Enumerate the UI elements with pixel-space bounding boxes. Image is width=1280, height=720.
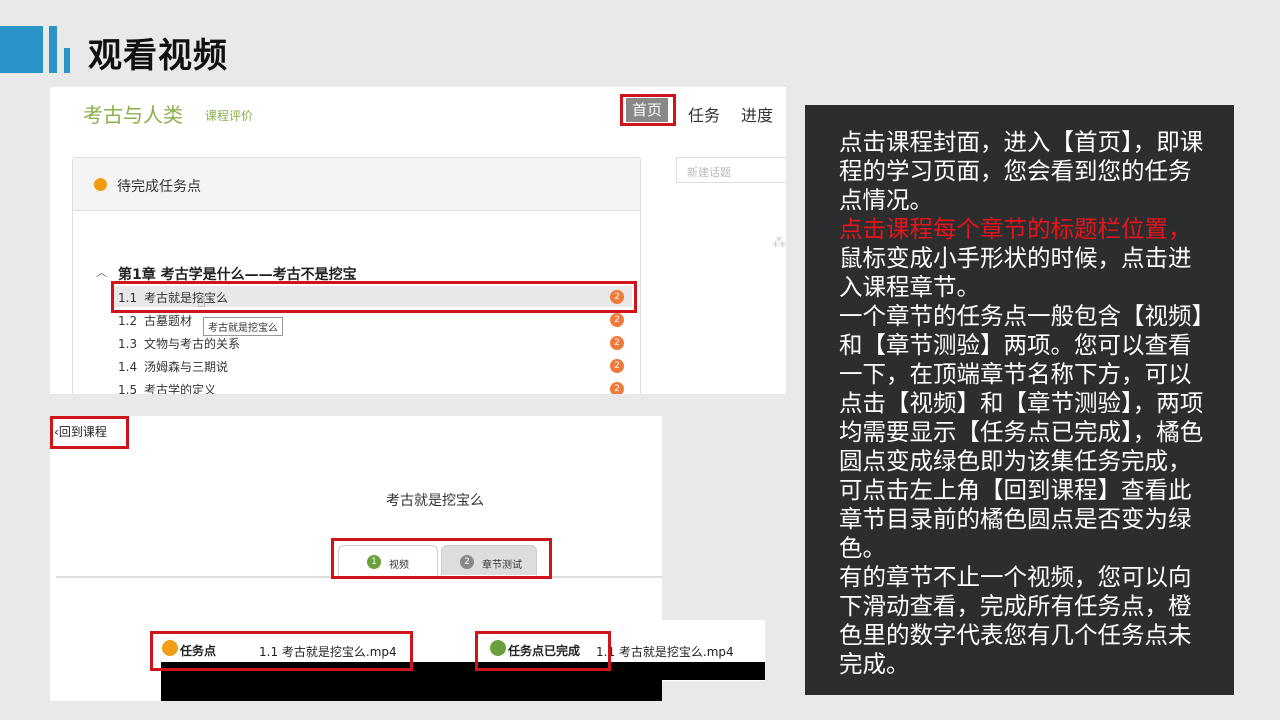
course-title: 考古与人类 (83, 103, 183, 127)
instruction-p4: 一个章节的任务点一般包含【视频】和【章节测验】两项。您可以查看一下，在顶端章节名… (839, 302, 1204, 562)
instruction-p3: 鼠标变成小手形状的时候，点击进入课程章节。 (839, 244, 1192, 301)
accent-bar-3 (64, 48, 70, 73)
instruction-p5: 有的章节不止一个视频，您可以向下滑动查看，完成所有任务点，橙色里的数字代表您有几… (839, 563, 1192, 678)
section-item[interactable]: 1.4 汤姆森与三期说 (118, 358, 228, 375)
section-item[interactable]: 1.5 考古学的定义 (118, 381, 216, 394)
section-tooltip: 考古就是挖宝么 (203, 317, 283, 336)
nav-progress-tab[interactable]: 进度 (741, 102, 773, 126)
task-done-frame (475, 631, 611, 671)
course-page-screenshot: 考古与人类 课程评价 首页 任务 进度 待完成任务点 新建话题 ⁂ ︿ 第1章 … (50, 87, 786, 394)
instruction-p2-highlight: 点击课程每个章节的标题栏位置， (839, 215, 1192, 243)
pending-tasks-header: 待完成任务点 (73, 158, 640, 211)
side-decoration-icon: ⁂ (772, 235, 786, 251)
new-topic-input[interactable]: 新建话题 (676, 157, 786, 183)
task-count-badge: 2 (610, 313, 624, 327)
pending-dot-icon (94, 178, 107, 191)
task-pending-frame (150, 631, 413, 671)
section-highlight-frame (111, 281, 637, 313)
section-item[interactable]: 1.3 文物与考古的关系 (118, 335, 240, 352)
tabs-highlight-frame (331, 538, 552, 579)
accent-bar-2 (49, 26, 57, 73)
section-item[interactable]: 1.2 古墓题材 (118, 312, 192, 329)
home-highlight-frame (620, 94, 676, 126)
video-file-name-completed: 1.1 考古就是挖宝么.mp4 (596, 645, 734, 659)
pending-tasks-title: 待完成任务点 (117, 179, 201, 195)
task-count-badge: 2 (610, 382, 624, 394)
nav-task-tab[interactable]: 任务 (688, 102, 720, 126)
task-count-badge: 2 (610, 359, 624, 373)
chevron-up-icon[interactable]: ︿ (96, 264, 107, 280)
chapter-video-title: 考古就是挖宝么 (386, 493, 484, 509)
task-count-badge: 2 (610, 336, 624, 350)
accent-bar-1 (0, 26, 43, 73)
course-eval-link[interactable]: 课程评价 (205, 107, 253, 124)
instruction-text: 点击课程封面，进入【首页】，即课程的学习页面，您会看到您的任务点情况。 点击课程… (839, 128, 1211, 679)
instruction-p1: 点击课程封面，进入【首页】，即课程的学习页面，您会看到您的任务点情况。 (839, 128, 1204, 214)
back-highlight-frame (50, 416, 129, 449)
slide-title: 观看视频 (88, 36, 228, 76)
